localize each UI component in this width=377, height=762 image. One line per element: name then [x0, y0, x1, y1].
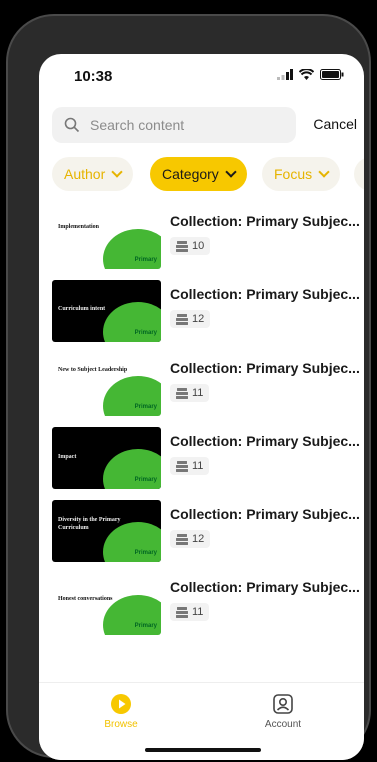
filter-chip-category[interactable]: Category	[150, 157, 247, 191]
item-count-chip: 11	[170, 384, 210, 402]
primary-logo	[103, 376, 161, 416]
signal-icon	[277, 69, 293, 80]
status-icons	[277, 69, 344, 80]
collection-thumbnail: New to Subject Leadership Primary	[52, 354, 161, 416]
play-circle-icon	[110, 693, 132, 715]
list-item[interactable]: Impact Primary Collection: Primary Subje…	[52, 427, 360, 489]
stack-icon	[176, 240, 188, 252]
cancel-button[interactable]: Cancel	[313, 116, 357, 132]
search-row: Cancel	[52, 107, 357, 143]
tab-label: Browse	[104, 719, 138, 730]
filter-chip-label: Author	[64, 166, 106, 182]
account-icon	[272, 693, 294, 715]
collection-thumbnail: Honest conversations Primary	[52, 573, 161, 635]
collection-thumbnail: Curriculum intent Primary	[52, 280, 161, 342]
filter-chip-label: Category	[162, 166, 219, 182]
collection-thumbnail: Impact Primary	[52, 427, 161, 489]
tab-account[interactable]: Account	[243, 693, 323, 730]
item-title: Collection: Primary Subjec...	[170, 213, 360, 229]
filter-chip-focus[interactable]: Focus	[262, 157, 341, 191]
badge-text: Primary	[134, 330, 157, 336]
app-screen: 10:38 Search content Cancel Author Categ…	[39, 54, 364, 760]
battery-icon	[320, 69, 344, 80]
stack-icon	[176, 387, 188, 399]
stack-icon	[176, 533, 188, 545]
item-count-chip: 11	[170, 603, 210, 621]
item-count-chip: 10	[170, 237, 211, 255]
badge-text: Primary	[134, 623, 157, 629]
badge-text: Primary	[134, 257, 157, 263]
search-icon	[64, 117, 80, 133]
badge-text: Primary	[134, 477, 157, 483]
item-count-chip: 12	[170, 310, 211, 328]
stack-icon	[176, 606, 188, 618]
status-time: 10:38	[74, 68, 113, 85]
item-count: 11	[192, 387, 204, 399]
list-item[interactable]: New to Subject Leadership Primary Collec…	[52, 354, 360, 416]
item-title: Collection: Primary Subjec...	[170, 360, 360, 376]
item-count: 12	[192, 533, 205, 545]
chevron-down-icon	[225, 166, 237, 178]
item-count-chip: 11	[170, 457, 210, 475]
status-bar: 10:38	[39, 54, 364, 102]
chevron-down-icon	[318, 166, 330, 178]
search-box[interactable]	[52, 107, 296, 143]
item-count: 11	[192, 460, 204, 472]
item-count: 12	[192, 313, 205, 325]
stack-icon	[176, 460, 188, 472]
badge-text: Primary	[134, 550, 157, 556]
item-title: Collection: Primary Subjec...	[170, 433, 360, 449]
item-count-chip: 12	[170, 530, 211, 548]
item-title: Collection: Primary Subjec...	[170, 506, 360, 522]
list-item[interactable]: Honest conversations Primary Collection:…	[52, 573, 360, 635]
stack-icon	[176, 313, 188, 325]
badge-text: Primary	[134, 404, 157, 410]
filter-chips: Author Category Focus	[52, 157, 364, 191]
wifi-icon	[299, 69, 314, 80]
collection-thumbnail: Diversity in the Primary Curriculum Prim…	[52, 500, 161, 562]
thumbnail-title: New to Subject Leadership	[58, 367, 128, 373]
list-item[interactable]: Implementation Primary Collection: Prima…	[52, 207, 360, 269]
item-count: 11	[192, 606, 204, 618]
chevron-down-icon	[111, 166, 123, 178]
item-title: Collection: Primary Subjec...	[170, 579, 360, 595]
thumbnail-title: Implementation	[58, 224, 99, 230]
item-count: 10	[192, 240, 205, 252]
filter-chip-more[interactable]	[354, 157, 364, 191]
primary-logo	[103, 229, 161, 269]
list-item[interactable]: Diversity in the Primary Curriculum Prim…	[52, 500, 360, 562]
list-item[interactable]: Curriculum intent Primary Collection: Pr…	[52, 280, 360, 342]
home-indicator	[145, 748, 261, 752]
phone-frame: 10:38 Search content Cancel Author Categ…	[6, 14, 371, 760]
tab-browse[interactable]: Browse	[81, 693, 161, 730]
filter-chip-label: Focus	[274, 166, 313, 182]
item-title: Collection: Primary Subjec...	[170, 286, 360, 302]
search-input[interactable]	[90, 107, 290, 143]
collection-thumbnail: Implementation Primary	[52, 207, 161, 269]
filter-chip-author[interactable]: Author	[52, 157, 134, 191]
tab-label: Account	[264, 719, 302, 730]
